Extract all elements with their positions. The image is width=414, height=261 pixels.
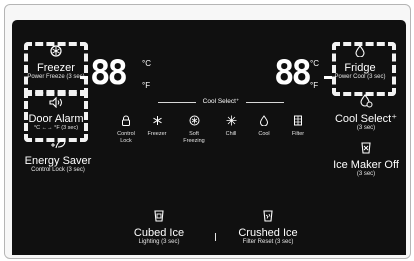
fridge-sub: Power Cool (3 sec) (334, 74, 386, 80)
filter-icon (293, 115, 303, 126)
crushed-ice-icon (262, 208, 274, 222)
crushed-ice-button[interactable]: Crushed Ice Filter Reset (3 sec) (230, 208, 306, 246)
freezer-label: Freezer (37, 62, 75, 74)
control-panel: Freezer Power Freeze (3 sec) Door Alarm … (12, 20, 406, 255)
cool-select-icon (359, 94, 373, 108)
energy-saver-label: Energy Saver (24, 155, 92, 167)
cool-select-sub: (3 sec) (356, 125, 376, 131)
freezer-sub: Power Freeze (3 sec) (27, 74, 85, 80)
fridge-unit-c: °C (310, 59, 319, 68)
cool-select-line-right (246, 102, 284, 103)
chill-label: Chill (225, 131, 237, 137)
cubed-ice-sub: Lighting (3 sec) (138, 239, 180, 245)
cubed-ice-button[interactable]: Cubed Ice Lighting (3 sec) (124, 208, 194, 246)
left-display-connector (80, 76, 88, 79)
freezer-unit-c: °C (142, 59, 151, 68)
soft-freezing-icon (189, 115, 200, 126)
cool-label: Cool (258, 131, 270, 137)
energy-saver-button[interactable]: Energy Saver Control Lock (3 sec) (18, 137, 98, 174)
fridge-button[interactable]: Fridge Power Cool (3 sec) (324, 44, 396, 81)
cs-freezer-label: Freezer (147, 131, 167, 137)
cool-select-label: Cool Select⁺ (334, 113, 398, 125)
speaker-icon (49, 97, 63, 108)
cs-freezer-button[interactable]: Freezer (142, 113, 172, 138)
energy-saver-icon (49, 138, 67, 150)
door-alarm-button[interactable]: Door Alarm °C ←→ °F (3 sec) (22, 95, 90, 132)
soft-freezing-button[interactable]: Soft Freezing (178, 113, 210, 144)
crushed-ice-sub: Filter Reset (3 sec) (242, 239, 294, 245)
filter-label: Filter (291, 131, 305, 137)
freezer-snowflake-icon (152, 115, 163, 126)
freezer-button[interactable]: Freezer Power Freeze (3 sec) (24, 44, 88, 81)
snowflake-icon (50, 45, 62, 57)
control-lock-label: Control Lock (117, 131, 135, 144)
chill-icon (226, 115, 237, 126)
fridge-temp-digits: 88 (274, 53, 312, 93)
cool-button[interactable]: Cool (252, 113, 276, 138)
door-alarm-label: Door Alarm (28, 113, 84, 125)
door-alarm-sub: °C ←→ °F (3 sec) (33, 125, 79, 131)
cool-select-title: Cool Select⁺ (202, 98, 240, 105)
soft-freezing-label: Soft Freezing (183, 131, 205, 144)
control-lock-button[interactable]: Control Lock (112, 113, 140, 144)
fridge-drop-icon (354, 45, 366, 57)
fridge-unit-f: °F (310, 81, 319, 90)
cubed-ice-label: Cubed Ice (133, 227, 185, 239)
cool-select-line-left (158, 102, 196, 103)
cool-drop-icon (259, 115, 269, 126)
ice-separator (215, 233, 216, 241)
ice-maker-off-icon (360, 140, 372, 154)
ice-maker-off-button[interactable]: Ice Maker Off (3 sec) (326, 140, 406, 178)
fridge-label: Fridge (344, 62, 376, 74)
chill-button[interactable]: Chill (218, 113, 244, 138)
freezer-unit-f: °F (142, 81, 151, 90)
cool-select-button[interactable]: Cool Select⁺ (3 sec) (328, 94, 404, 132)
crushed-ice-label: Crushed Ice (238, 227, 298, 239)
ice-maker-off-sub: (3 sec) (356, 171, 376, 177)
energy-saver-sub: Control Lock (3 sec) (31, 167, 85, 173)
cubed-ice-icon (153, 208, 165, 222)
ice-maker-off-label: Ice Maker Off (333, 159, 399, 171)
freezer-temp-digits: 88 (90, 53, 128, 93)
filter-button[interactable]: Filter (286, 113, 310, 138)
lock-icon (121, 115, 131, 126)
